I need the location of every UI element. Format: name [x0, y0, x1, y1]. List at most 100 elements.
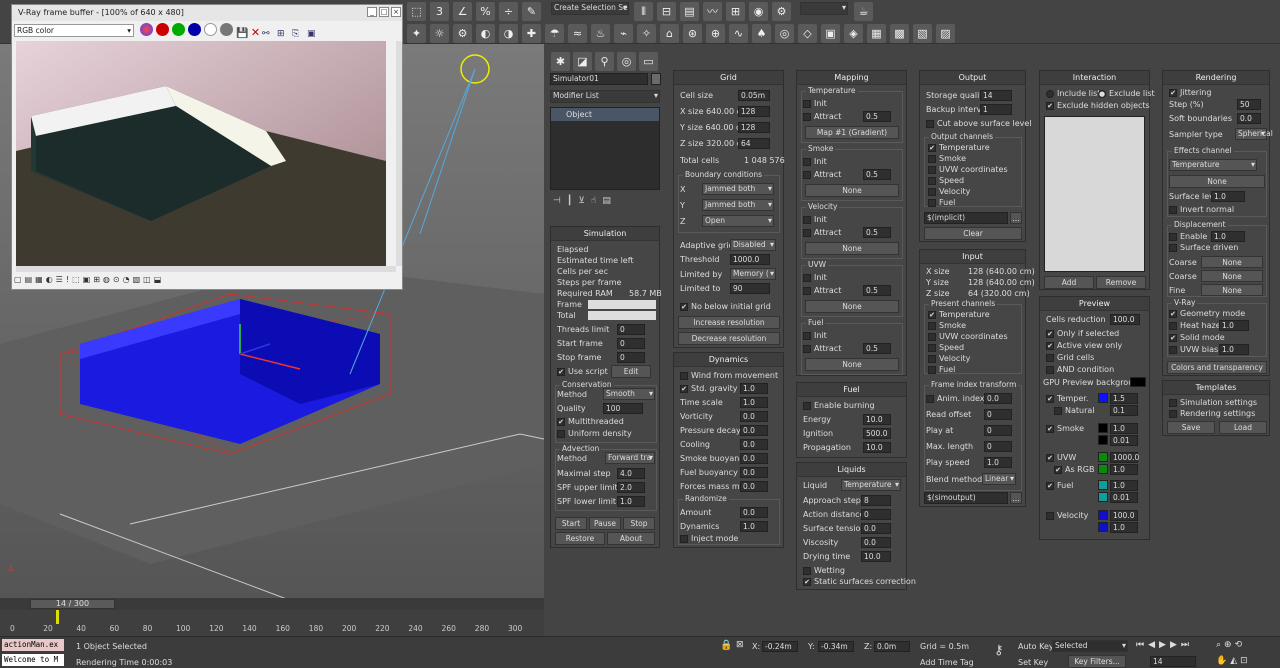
velocity-swatch-2[interactable] — [1098, 522, 1108, 532]
boundary-x-dropdown[interactable]: Jammed both — [702, 183, 774, 195]
wind-checkbox[interactable] — [680, 371, 688, 380]
render-last-icon[interactable]: ⎘ — [292, 29, 307, 39]
red-channel-icon[interactable] — [156, 23, 169, 36]
adaptive-grid-dropdown[interactable]: Disabled — [730, 239, 776, 251]
stop-frame-field[interactable]: 0 — [617, 352, 645, 363]
template-load-button[interactable]: Load — [1219, 421, 1267, 434]
remove-modifier-icon[interactable]: ☝ — [591, 196, 602, 206]
limited-by-dropdown[interactable]: Memory ( — [730, 268, 776, 280]
fuel-second-field[interactable]: 0.01 — [1110, 492, 1138, 503]
uniform-density-checkbox[interactable] — [557, 429, 565, 438]
close-icon[interactable]: × — [391, 7, 401, 17]
motion-tab-icon[interactable]: ◎ — [617, 52, 636, 71]
velocity-preview-checkbox[interactable] — [1046, 511, 1054, 520]
curve-editor-icon[interactable]: 〰 — [703, 2, 722, 21]
temper-swatch[interactable] — [1098, 393, 1108, 403]
fuel-value-field[interactable]: 1.0 — [1110, 480, 1138, 491]
blend-method-dropdown[interactable]: Linear — [982, 473, 1016, 485]
action-distance-field[interactable]: 0 — [861, 509, 891, 520]
object-color-swatch[interactable] — [651, 73, 661, 85]
region-icon[interactable]: ⊞ — [277, 29, 292, 39]
orbit-icon[interactable]: ⟲ — [1235, 640, 1246, 650]
vray-frame-buffer-window[interactable]: V-Ray frame buffer - [100% of 640 x 480]… — [11, 4, 403, 290]
vfb-channel-dropdown[interactable]: RGB color ▾ — [14, 24, 134, 37]
energy-field[interactable]: 10.0 — [863, 414, 891, 425]
inject-mode-checkbox[interactable] — [680, 534, 688, 543]
show-end-icon[interactable]: ┃ — [567, 196, 578, 206]
read-offset-field[interactable]: 0 — [984, 409, 1012, 420]
map-fuel-attract-field[interactable]: 0.5 — [863, 343, 891, 354]
vfb-tool-icon-10[interactable]: ◍ — [103, 275, 113, 284]
set-key-button[interactable]: Set Key — [1018, 658, 1048, 667]
blue-channel-icon[interactable] — [188, 23, 201, 36]
smoke-buoyancy-field[interactable]: 0.0 — [740, 453, 768, 464]
grid-cells-checkbox[interactable] — [1046, 353, 1054, 362]
material-editor-icon[interactable]: ◉ — [749, 2, 768, 21]
phoenix-icon-8[interactable]: ≈ — [568, 24, 587, 43]
vfb-tool-icon-11[interactable]: ⊙ — [113, 275, 123, 284]
vfb-tool-icon-14[interactable]: ◫ — [143, 275, 154, 284]
map-temperature-map-button[interactable]: Map #1 (Gradient) — [805, 126, 899, 139]
start-frame-field[interactable]: 0 — [617, 338, 645, 349]
map-uvw-init-checkbox[interactable] — [803, 273, 811, 282]
threads-field[interactable]: 0 — [617, 324, 645, 335]
solid-mode-checkbox[interactable]: ✔ — [1169, 333, 1177, 342]
disp-enable-field[interactable]: 1.0 — [1211, 231, 1245, 242]
limited-to-field[interactable]: 90 — [730, 283, 770, 294]
current-frame-field[interactable]: 14 — [1150, 656, 1196, 667]
cells-reduction-field[interactable]: 100.0 — [1110, 314, 1140, 325]
pin-stack-icon[interactable]: ⊣ — [553, 196, 567, 206]
phoenix-icon-18[interactable]: ◇ — [798, 24, 817, 43]
effects-map-button[interactable]: None — [1169, 175, 1265, 188]
output-channel-checkbox[interactable] — [928, 187, 936, 196]
start-button[interactable]: Start — [555, 517, 587, 530]
approach-steps-field[interactable]: 8 — [861, 495, 891, 506]
multithreaded-checkbox[interactable]: ✔ — [557, 417, 565, 426]
link-icon[interactable]: ⚯ — [262, 29, 277, 39]
map-fuel-map-button[interactable]: None — [805, 358, 899, 371]
add-time-tag[interactable]: Add Time Tag — [920, 658, 974, 667]
edit-script-button[interactable]: Edit — [611, 365, 651, 378]
input-path-field[interactable]: $(simoutput) — [924, 492, 1008, 504]
step-field[interactable]: 50 — [1237, 99, 1261, 110]
drying-time-field[interactable]: 10.0 — [861, 551, 891, 562]
propagation-field[interactable]: 10.0 — [863, 442, 891, 453]
map-smoke-init-checkbox[interactable] — [803, 157, 811, 166]
map-smoke-map-button[interactable]: None — [805, 184, 899, 197]
output-channel-checkbox[interactable] — [928, 198, 936, 207]
z-coord-field[interactable]: 0.0m — [874, 641, 910, 652]
angle-snap-icon[interactable]: ∠ — [453, 2, 472, 21]
render-setup-icon[interactable]: ⚙ — [772, 2, 791, 21]
velocity-second-field[interactable]: 1.0 — [1110, 522, 1138, 533]
modifier-stack-item[interactable]: Object — [551, 108, 659, 121]
remove-button[interactable]: Remove — [1096, 276, 1146, 289]
vfb-tool-icon-1[interactable]: ▢ — [14, 275, 25, 284]
map-uvw-map-button[interactable]: None — [805, 300, 899, 313]
fine-map-button[interactable]: None — [1201, 284, 1263, 296]
vfb-tool-icon-5[interactable]: ☰ — [56, 275, 66, 284]
key-selected-dropdown[interactable]: Selected — [1052, 640, 1128, 652]
map-temperature-attract-field[interactable]: 0.5 — [863, 111, 891, 122]
fuel-preview-checkbox[interactable]: ✔ — [1046, 481, 1054, 490]
phoenix-icon-7[interactable]: ☂ — [545, 24, 564, 43]
phoenix-icon-22[interactable]: ▩ — [890, 24, 909, 43]
map-fuel-attract-checkbox[interactable] — [803, 344, 811, 353]
active-view-checkbox[interactable]: ✔ — [1046, 341, 1054, 350]
smoke-second-field[interactable]: 0.01 — [1110, 435, 1138, 446]
output-channel-checkbox[interactable]: ✔ — [928, 143, 936, 152]
pause-button[interactable]: Pause — [589, 517, 621, 530]
go-start-icon[interactable]: ⏮ — [1136, 640, 1148, 650]
y-coord-field[interactable]: -0.34m — [818, 641, 854, 652]
prev-frame-icon[interactable]: ◀ — [1148, 640, 1159, 650]
map-velocity-init-checkbox[interactable] — [803, 215, 811, 224]
as-rgb-checkbox[interactable]: ✔ — [1054, 465, 1062, 474]
add-button[interactable]: Add — [1044, 276, 1094, 289]
max-length-field[interactable]: 0 — [984, 441, 1012, 452]
output-path-field[interactable]: $(implicit) — [924, 212, 1008, 224]
and-condition-checkbox[interactable] — [1046, 365, 1054, 374]
uvw-bias-checkbox[interactable] — [1169, 345, 1177, 354]
disp-enable-checkbox[interactable] — [1169, 232, 1177, 241]
zoom-icon[interactable]: ⌕ — [1216, 640, 1224, 650]
mono-icon[interactable] — [220, 23, 233, 36]
pan-icon[interactable]: ✋ — [1216, 656, 1230, 666]
